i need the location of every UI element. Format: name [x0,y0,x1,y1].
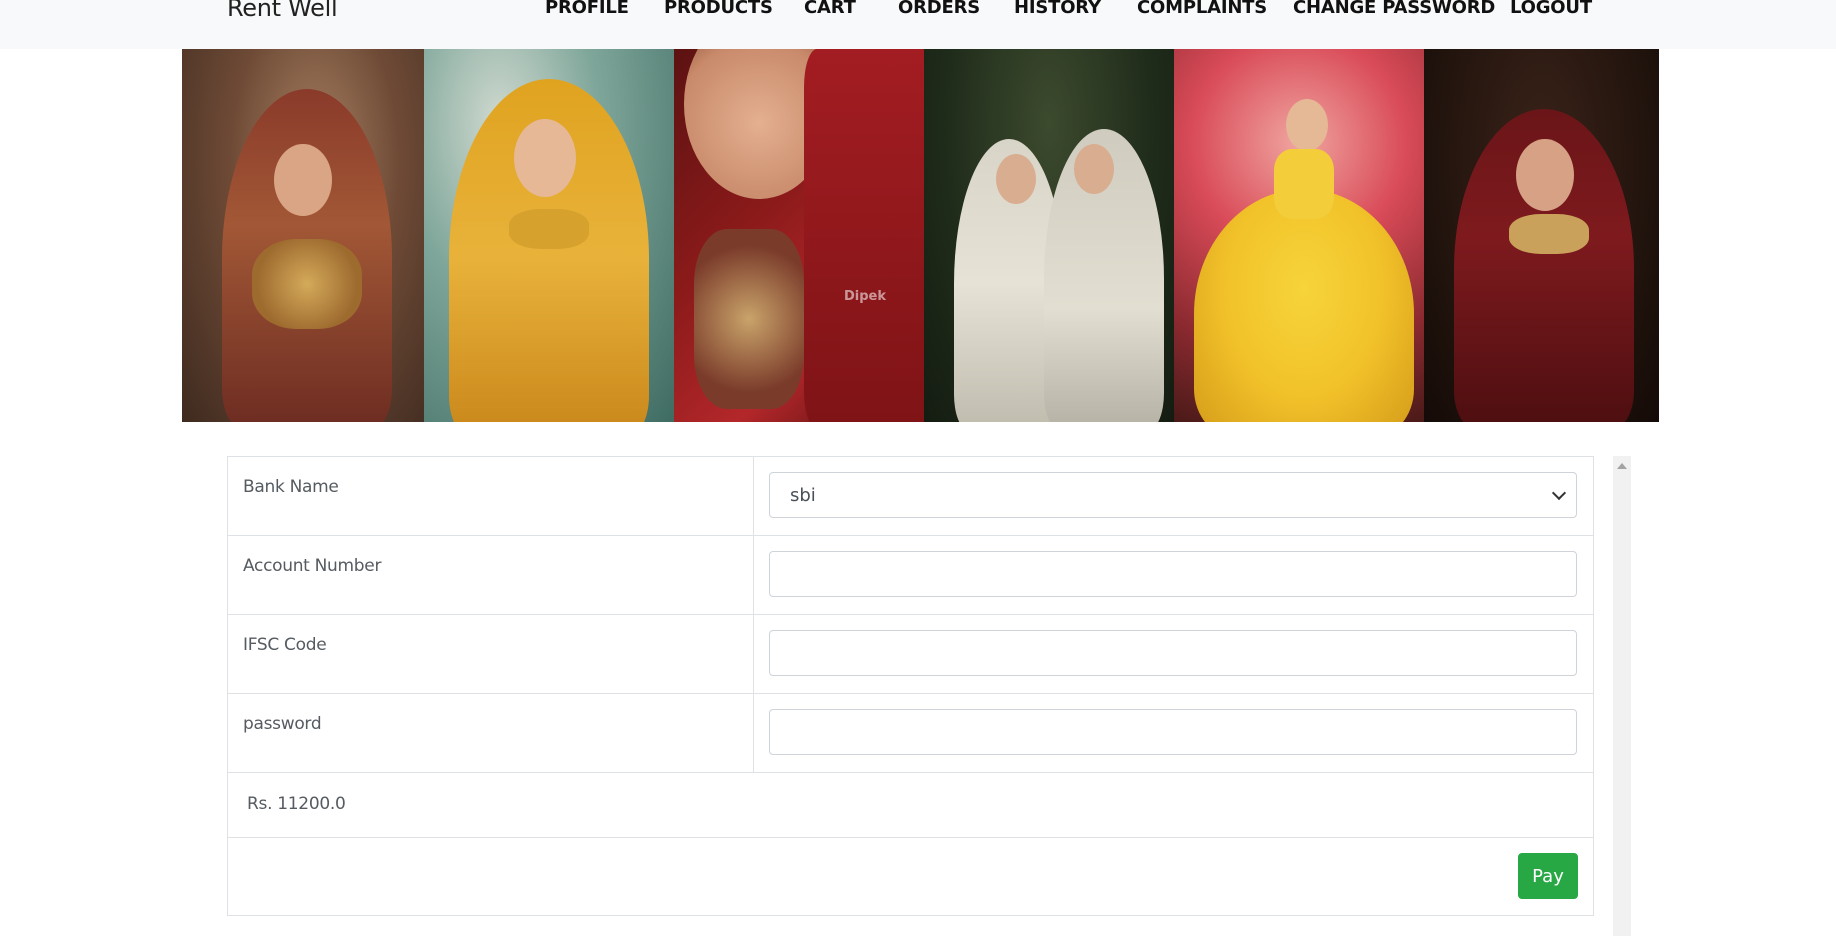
pay-button[interactable]: Pay [1518,853,1578,899]
banner-photo-3: Dipek [674,49,924,422]
nav-products[interactable]: PRODUCTS [664,0,773,18]
account-number-input[interactable] [769,551,1577,597]
ifsc-code-input[interactable] [769,630,1577,676]
bank-name-row: Bank Name sbi [227,456,1594,536]
pay-row: Pay [227,837,1594,916]
ifsc-code-label: IFSC Code [243,635,327,655]
nav-logout[interactable]: LOGOUT [1510,0,1592,18]
nav-orders[interactable]: ORDERS [898,0,980,18]
amount-total: Rs. 11200.0 [247,794,346,814]
payment-table: Bank Name sbi Account Number IFSC Code p… [227,456,1594,916]
amount-row: Rs. 11200.0 [227,772,1594,838]
banner-photo-4 [924,49,1174,422]
account-number-label: Account Number [243,556,382,576]
password-label: password [243,714,322,734]
banner-photo-6 [1424,49,1659,422]
password-row: password [227,693,1594,773]
top-navbar: Rent Well PROFILE PRODUCTS CART ORDERS H… [0,0,1836,49]
nav-cart[interactable]: CART [804,0,856,18]
bank-name-label: Bank Name [243,477,339,497]
payment-form: Bank Name sbi Account Number IFSC Code p… [227,456,1594,916]
bridal-banner: Dipek [182,49,1659,422]
banner-photo-1 [182,49,424,422]
bank-name-select[interactable]: sbi [769,472,1577,518]
nav-history[interactable]: HISTORY [1014,0,1101,18]
password-input[interactable] [769,709,1577,755]
form-scrollbar[interactable] [1613,456,1631,936]
photo-watermark: Dipek [844,289,887,304]
ifsc-code-row: IFSC Code [227,614,1594,694]
banner-photo-2 [424,49,674,422]
nav-complaints[interactable]: COMPLAINTS [1137,0,1267,18]
nav-profile[interactable]: PROFILE [545,0,629,18]
scroll-up-arrow-icon[interactable] [1617,463,1627,469]
account-number-row: Account Number [227,535,1594,615]
nav-change-password[interactable]: CHANGE PASSWORD [1293,0,1495,18]
brand-logo[interactable]: Rent Well [227,0,338,22]
banner-photo-5 [1174,49,1424,422]
bank-name-selected-value: sbi [790,484,816,506]
